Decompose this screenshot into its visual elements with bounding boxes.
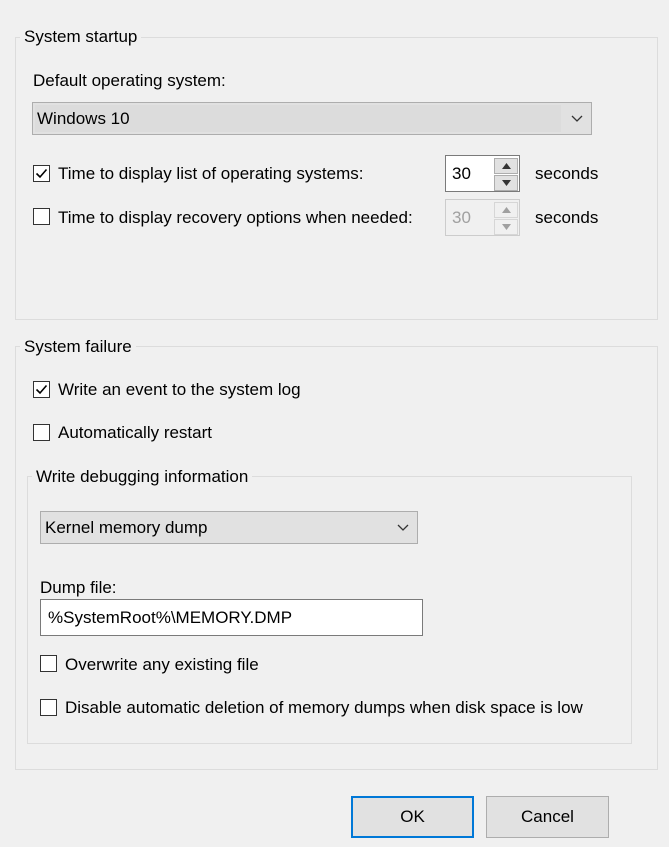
display-recovery-unit: seconds — [535, 208, 599, 227]
chevron-down-icon[interactable] — [389, 512, 417, 543]
display-os-list-seconds-value[interactable]: 30 — [452, 156, 471, 191]
system-failure-group-label: System failure — [20, 337, 136, 357]
overwrite-label[interactable]: Overwrite any existing file — [65, 654, 259, 676]
default-os-label: Default operating system: — [33, 71, 226, 90]
checkmark-icon — [35, 384, 48, 395]
write-event-checkbox[interactable] — [33, 381, 50, 398]
display-os-list-checkbox[interactable] — [33, 165, 50, 182]
dump-file-input[interactable]: %SystemRoot%\MEMORY.DMP — [40, 599, 423, 636]
default-os-dropdown[interactable]: Windows 10 — [32, 102, 592, 135]
checkmark-icon — [35, 168, 48, 179]
spin-down-button — [494, 219, 518, 235]
dump-file-value[interactable]: %SystemRoot%\MEMORY.DMP — [48, 600, 292, 635]
write-debugging-group-label: Write debugging information — [32, 467, 253, 487]
display-os-list-unit: seconds — [535, 164, 599, 183]
auto-restart-label[interactable]: Automatically restart — [58, 422, 212, 444]
ok-button[interactable]: OK — [351, 796, 474, 838]
disable-auto-delete-label[interactable]: Disable automatic deletion of memory dum… — [65, 697, 583, 719]
dump-type-value: Kernel memory dump — [45, 517, 208, 537]
display-recovery-seconds-value: 30 — [452, 207, 471, 227]
spinner-buttons — [494, 201, 518, 235]
disable-auto-delete-checkbox[interactable] — [40, 699, 57, 716]
display-recovery-checkbox[interactable] — [33, 208, 50, 225]
chevron-down-icon[interactable] — [563, 103, 591, 134]
startup-and-recovery-dialog: { "system_startup": { "group_label": "Sy… — [0, 0, 669, 847]
overwrite-checkbox[interactable] — [40, 655, 57, 672]
dump-file-label: Dump file: — [40, 578, 117, 597]
spinner-buttons — [494, 157, 518, 191]
display-recovery-label[interactable]: Time to display recovery options when ne… — [58, 207, 413, 229]
default-os-value: Windows 10 — [37, 108, 130, 128]
ok-button-label: OK — [400, 807, 425, 826]
triangle-up-icon — [501, 207, 511, 213]
system-startup-group-label: System startup — [20, 27, 142, 47]
triangle-up-icon — [501, 163, 511, 169]
write-event-label[interactable]: Write an event to the system log — [58, 379, 301, 401]
cancel-button[interactable]: Cancel — [486, 796, 609, 838]
spin-down-button[interactable] — [494, 175, 518, 191]
display-recovery-seconds-spinner[interactable]: 30 — [445, 199, 520, 236]
triangle-down-icon — [501, 180, 511, 186]
auto-restart-checkbox[interactable] — [33, 424, 50, 441]
dump-type-dropdown[interactable]: Kernel memory dump — [40, 511, 418, 544]
spin-up-button[interactable] — [494, 158, 518, 174]
spin-up-button — [494, 202, 518, 218]
display-os-list-seconds-spinner[interactable]: 30 — [445, 155, 520, 192]
triangle-down-icon — [501, 224, 511, 230]
display-os-list-label[interactable]: Time to display list of operating system… — [58, 163, 364, 185]
cancel-button-label: Cancel — [521, 807, 574, 826]
